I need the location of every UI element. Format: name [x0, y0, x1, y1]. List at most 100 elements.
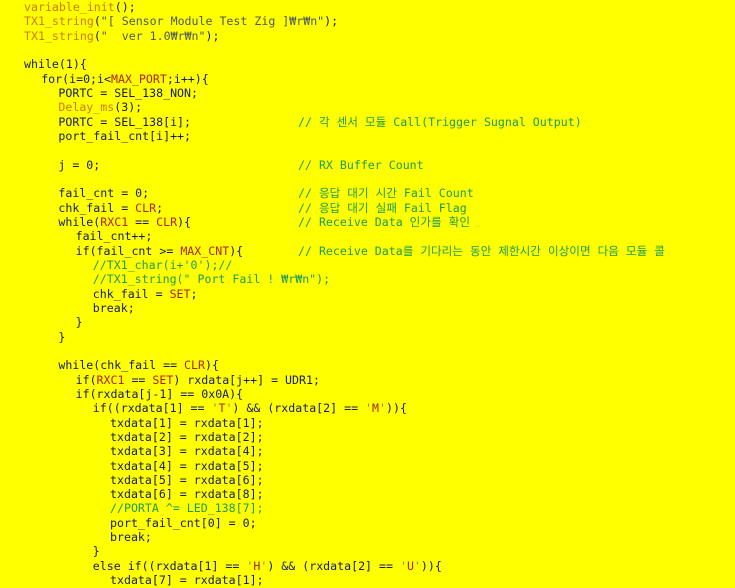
code-token-str: " ver 1.0₩r₩n": [100, 28, 206, 43]
code-line[interactable]: fail_cnt = 0; // 응답 대기 시간 Fail Count: [0, 186, 735, 200]
code-line-content: txdata[6] = rxdata[8];: [0, 487, 264, 501]
code-token-const: RXC1: [100, 214, 129, 229]
code-line-content: txdata[7] = rxdata[1];: [0, 573, 264, 587]
code-token-plain: PORTC = SEL_138[i];: [58, 114, 192, 129]
code-token-plain: ;: [156, 200, 164, 215]
code-line[interactable]: PORTC = SEL_138[i]; // 각 센서 모듈 Call(Trigg…: [0, 115, 735, 129]
code-line[interactable]: else if((rxdata[1] == 'H') && (rxdata[2]…: [0, 559, 735, 573]
code-line[interactable]: PORTC = SEL_138_NON;: [0, 86, 735, 100]
code-line[interactable]: }: [0, 330, 735, 344]
code-line[interactable]: txdata[1] = rxdata[1];: [0, 416, 735, 430]
code-line[interactable]: txdata[6] = rxdata[8];: [0, 487, 735, 501]
code-line[interactable]: [0, 172, 735, 186]
code-line[interactable]: variable_init();: [0, 0, 735, 14]
code-line-content: txdata[5] = rxdata[6];: [0, 473, 264, 487]
code-line[interactable]: txdata[4] = rxdata[5];: [0, 459, 735, 473]
code-token-plain: (fail_cnt >=: [89, 243, 181, 258]
code-line-content: //TX1_string(" Port Fail ! ₩r₩n");: [0, 272, 330, 286]
code-line-content: Delay_ms(3);: [0, 100, 142, 114]
code-token-plain: ==: [124, 372, 153, 387]
code-line[interactable]: //TX1_char(i+'0');//: [0, 258, 735, 272]
code-line-content: }: [0, 315, 83, 329]
code-line[interactable]: [0, 344, 735, 358]
code-line[interactable]: txdata[5] = rxdata[6];: [0, 473, 735, 487]
code-line[interactable]: if(fail_cnt >= MAX_CNT){// Receive Data를…: [0, 244, 735, 258]
inline-comment: // 응답 대기 시간 Fail Count: [298, 186, 474, 201]
code-token-plain: txdata[1] = rxdata[1];: [110, 415, 264, 430]
code-token-plain: }: [92, 544, 100, 559]
code-line-content: port_fail_cnt[i]++;: [0, 129, 191, 143]
code-token-plain: ();: [114, 0, 136, 14]
code-line-content: TX1_string(" ver 1.0₩r₩n");: [0, 29, 219, 43]
code-line-content: port_fail_cnt[0] = 0;: [0, 516, 257, 530]
code-token-plain: (i=0;i<: [62, 71, 112, 86]
code-line[interactable]: TX1_string(" ver 1.0₩r₩n");: [0, 29, 735, 43]
code-line-content: chk_fail = SET;: [0, 287, 198, 301]
code-token-plain: );: [324, 14, 339, 29]
code-token-const: CLR: [135, 200, 157, 215]
code-token-plain: chk_fail =: [92, 286, 170, 301]
code-token-plain: txdata[2] = rxdata[2];: [110, 429, 264, 444]
code-line[interactable]: if((rxdata[1] == 'T') && (rxdata[2] == '…: [0, 401, 735, 415]
code-line[interactable]: }: [0, 315, 735, 329]
code-line[interactable]: port_fail_cnt[i]++;: [0, 129, 735, 143]
code-line[interactable]: while(RXC1 == CLR){// Receive Data 인가를 확…: [0, 215, 735, 229]
code-line[interactable]: while(1){: [0, 57, 735, 71]
code-line[interactable]: for(i=0;i<MAX_PORT;i++){: [0, 72, 735, 86]
code-token-plain: txdata[6] = rxdata[8];: [110, 487, 264, 502]
code-line-content: break;: [0, 301, 135, 315]
code-line[interactable]: //PORTA ^= LED_138[7];: [0, 501, 735, 515]
code-token-plain: }: [58, 329, 66, 344]
code-line[interactable]: port_fail_cnt[0] = 0;: [0, 516, 735, 530]
code-line[interactable]: chk_fail = CLR; // 응답 대기 실패 Fail Flag: [0, 201, 735, 215]
code-line[interactable]: [0, 143, 735, 157]
code-token-plain: (: [93, 28, 101, 43]
inline-comment: // Receive Data 인가를 확인: [298, 214, 470, 229]
code-token-plain: ;: [127, 300, 135, 315]
code-token-kw: if: [92, 401, 107, 416]
code-line-content: txdata[4] = rxdata[5];: [0, 459, 264, 473]
code-token-const: MAX_CNT: [180, 243, 230, 258]
code-token-plain: ==: [128, 214, 157, 229]
inline-comment: // Receive Data를 기다리는 동안 제한시간 이상이면 다음 모듈…: [298, 243, 665, 258]
code-line[interactable]: txdata[2] = rxdata[2];: [0, 430, 735, 444]
code-line[interactable]: chk_fail = SET;: [0, 287, 735, 301]
code-line[interactable]: [0, 43, 735, 57]
code-token-plain: ){: [177, 214, 192, 229]
code-line[interactable]: break;: [0, 301, 735, 315]
code-line-content: if(rxdata[j-1] == 0x0A){: [0, 387, 244, 401]
code-line[interactable]: }: [0, 544, 735, 558]
code-token-plain: port_fail_cnt[0] = 0;: [110, 515, 257, 530]
code-token-plain: txdata[3] = rxdata[4];: [110, 444, 264, 459]
code-token-plain: )){: [386, 401, 407, 416]
code-line-content: txdata[1] = rxdata[1];: [0, 416, 264, 430]
code-line[interactable]: txdata[3] = rxdata[4];: [0, 444, 735, 458]
code-token-plain: j = 0;: [58, 157, 101, 172]
code-line-content: //PORTA ^= LED_138[7];: [0, 501, 264, 515]
code-line[interactable]: j = 0; // RX Buffer Count: [0, 158, 735, 172]
code-line[interactable]: break;: [0, 530, 735, 544]
code-line[interactable]: while(chk_fail == CLR){: [0, 358, 735, 372]
code-token-plain: }: [75, 315, 83, 330]
code-token-plain: ;: [190, 286, 198, 301]
code-token-const: U: [406, 558, 414, 573]
code-line[interactable]: TX1_string("[ Sensor Module Test Zig ]₩r…: [0, 14, 735, 28]
code-line-content: //TX1_char(i+'0');//: [0, 258, 233, 272]
code-token-const: M: [372, 401, 380, 416]
code-token-chr: ': [379, 401, 386, 416]
code-line-content: }: [0, 330, 65, 344]
code-token-chr: ': [399, 558, 407, 573]
code-line-content: PORTC = SEL_138_NON;: [0, 86, 198, 100]
code-line-content: TX1_string("[ Sensor Module Test Zig ]₩r…: [0, 14, 338, 28]
code-line-content: variable_init();: [0, 0, 136, 14]
code-line[interactable]: fail_cnt++;: [0, 229, 735, 243]
code-line[interactable]: Delay_ms(3);: [0, 100, 735, 114]
code-token-plain: ) && (rxdata[2] ==: [267, 558, 400, 573]
code-line[interactable]: if(RXC1 == SET) rxdata[j++] = UDR1;: [0, 373, 735, 387]
code-line[interactable]: //TX1_string(" Port Fail ! ₩r₩n");: [0, 272, 735, 286]
code-token-plain: ((rxdata[1] ==: [106, 401, 212, 416]
code-token-kw: if: [75, 372, 90, 387]
code-editor-canvas[interactable]: variable_init(); TX1_string("[ Sensor Mod…: [0, 0, 735, 588]
code-line[interactable]: if(rxdata[j-1] == 0x0A){: [0, 387, 735, 401]
code-line[interactable]: txdata[7] = rxdata[1];: [0, 573, 735, 587]
